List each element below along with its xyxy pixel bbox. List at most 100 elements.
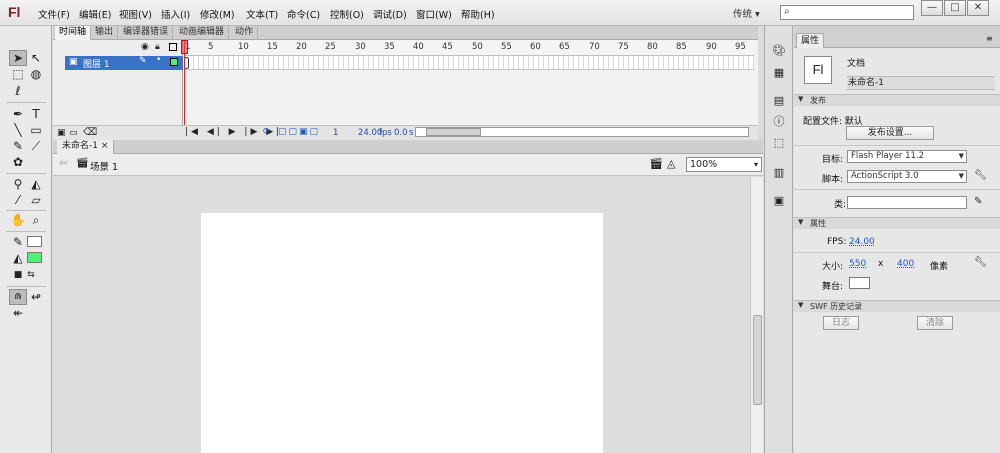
back-arrow-icon[interactable]: ⇦ — [59, 158, 67, 169]
wrench-icon[interactable]: 🔧︎ — [974, 170, 987, 181]
pencil-icon[interactable]: ✎ — [974, 196, 982, 207]
swap-colors-icon[interactable]: ⇆ — [22, 267, 40, 283]
collapse-icon[interactable]: ▼ — [798, 301, 803, 309]
layer-color-icon[interactable] — [170, 58, 178, 66]
tab-properties[interactable]: 属性 — [796, 33, 825, 48]
pen-icon[interactable]: ✒ — [9, 106, 27, 122]
stage-vscroll[interactable] — [750, 177, 763, 453]
eraser-icon[interactable]: ▱ — [27, 192, 45, 208]
stage-color-swatch[interactable] — [849, 277, 870, 289]
log-button[interactable]: 日志 — [823, 316, 859, 330]
close-icon[interactable]: × — [101, 141, 109, 151]
free-transform-icon[interactable]: ⬚ — [9, 66, 27, 82]
zoom-icon[interactable]: ⌕ — [27, 212, 45, 228]
info-icon[interactable]: ⓘ — [771, 115, 787, 129]
menu-edit[interactable]: 编辑(E) — [79, 7, 111, 21]
eye-icon[interactable]: ◉ — [141, 42, 149, 52]
timeline-hscroll[interactable] — [415, 127, 749, 137]
menu-debug[interactable]: 调试(D) — [373, 7, 407, 21]
script-select[interactable]: ActionScript 3.0 ▼ — [847, 170, 967, 183]
3d-rotation-icon[interactable]: ◍ — [27, 66, 45, 82]
layer-name[interactable]: 图层 1 — [83, 57, 110, 70]
fill-color-icon[interactable]: ◭ — [9, 250, 27, 266]
panel-menu-icon[interactable]: ≡ — [986, 34, 993, 43]
line-icon[interactable]: ╲ — [9, 122, 27, 138]
lock-icon[interactable]: 🔒︎ — [155, 42, 160, 52]
subselection-icon[interactable]: ↖ — [27, 50, 45, 66]
fill-color-swatch[interactable] — [27, 252, 42, 263]
stage[interactable] — [201, 213, 603, 453]
playhead-handle[interactable] — [181, 40, 188, 54]
tab-motion-editor[interactable]: 动画编辑器 — [175, 26, 230, 40]
wrench-icon[interactable]: 🔧︎ — [974, 257, 987, 268]
maximize-button[interactable]: □ — [944, 0, 966, 16]
loop-icon[interactable]: ⟳ — [263, 127, 271, 137]
rectangle-icon[interactable]: ▭ — [27, 122, 45, 138]
transform-icon[interactable]: ⬚ — [771, 136, 787, 150]
snap-to-objects-icon[interactable]: ⋒ — [9, 289, 27, 305]
class-input[interactable] — [847, 196, 967, 209]
onion-skin-icon[interactable]: ▢▢▣▢ — [278, 127, 320, 137]
height-value[interactable]: 400 — [897, 259, 914, 269]
menu-view[interactable]: 视图(V) — [119, 7, 152, 21]
new-layer-icon[interactable]: ▣ — [57, 128, 66, 138]
library-icon[interactable]: ▥ — [771, 166, 787, 180]
doc-name-field[interactable]: 未命名-1 — [847, 76, 995, 90]
search-input[interactable] — [780, 5, 914, 20]
components-icon[interactable]: ▣ — [771, 194, 787, 208]
pasteboard[interactable] — [53, 177, 750, 453]
menu-help[interactable]: 帮助(H) — [461, 7, 495, 21]
frames-area[interactable] — [184, 56, 754, 70]
publish-settings-button[interactable]: 发布设置... — [846, 126, 934, 140]
edit-symbols-icon[interactable]: ◬ — [667, 157, 675, 170]
section-properties[interactable]: 属性 — [794, 217, 1000, 229]
tab-output[interactable]: 输出 — [91, 26, 119, 40]
new-folder-icon[interactable]: ▭ — [69, 128, 78, 138]
collapse-icon[interactable]: ▼ — [798, 218, 803, 226]
menu-control[interactable]: 控制(O) — [330, 7, 364, 21]
tab-actions[interactable]: 动作 — [231, 26, 259, 40]
zoom-select[interactable]: 100% ▾ — [686, 157, 762, 172]
pencil-icon[interactable]: ✎ — [9, 138, 27, 154]
brush-icon[interactable]: ⟋ — [27, 138, 45, 154]
menu-insert[interactable]: 插入(I) — [161, 7, 190, 21]
close-button[interactable]: ✕ — [967, 0, 989, 16]
eyedropper-icon[interactable]: ⁄ — [9, 192, 27, 208]
tab-compiler-errors[interactable]: 编译器错误 — [119, 26, 174, 40]
frame-ruler[interactable]: 15101520253035404550556065707580859095 — [184, 40, 754, 56]
align-icon[interactable]: ▤ — [771, 94, 787, 108]
clear-button[interactable]: 清除 — [917, 316, 953, 330]
collapse-icon[interactable]: ▼ — [798, 95, 803, 103]
document-tab[interactable]: 未命名-1 × — [57, 140, 115, 154]
menu-window[interactable]: 窗口(W) — [416, 7, 452, 21]
menu-modify[interactable]: 修改(M) — [200, 7, 235, 21]
outline-icon[interactable] — [169, 43, 177, 51]
bone-icon[interactable]: ⚲ — [9, 176, 27, 192]
color-icon[interactable]: 🎨︎ — [771, 44, 787, 58]
text-icon[interactable]: T — [27, 106, 45, 122]
menu-file[interactable]: 文件(F) — [38, 7, 70, 21]
fps-value[interactable]: 24.00 — [849, 237, 875, 247]
scroll-thumb[interactable] — [426, 128, 481, 136]
menu-commands[interactable]: 命令(C) — [287, 7, 320, 21]
stroke-color-swatch[interactable] — [27, 236, 42, 247]
lasso-icon[interactable]: ℓ — [9, 83, 27, 99]
deco-icon[interactable]: ✿ — [9, 154, 27, 170]
straighten-icon[interactable]: ↞ — [9, 305, 27, 321]
section-publish[interactable]: 发布 — [794, 94, 1000, 106]
width-value[interactable]: 550 — [849, 259, 866, 269]
smooth-icon[interactable]: ↫ — [27, 289, 45, 305]
hand-icon[interactable]: ✋ — [9, 212, 27, 228]
selection-arrow-icon[interactable]: ➤ — [9, 50, 27, 66]
dot-icon[interactable]: • — [156, 55, 161, 65]
paint-bucket-icon[interactable]: ◭ — [27, 176, 45, 192]
edit-scene-icon[interactable]: 🎬︎ — [649, 157, 663, 170]
delete-layer-icon[interactable]: ⌫ — [83, 127, 97, 138]
swatches-icon[interactable]: ▦ — [771, 66, 787, 80]
stroke-color-icon[interactable]: ✎ — [9, 234, 27, 250]
menu-text[interactable]: 文本(T) — [246, 7, 278, 21]
minimize-button[interactable]: — — [921, 0, 943, 16]
section-swf-history[interactable]: SWF 历史记录 — [794, 300, 1000, 312]
target-select[interactable]: Flash Player 11.2 ▼ — [847, 150, 967, 163]
workspace-switcher[interactable]: 传统 ▾ — [733, 6, 760, 20]
